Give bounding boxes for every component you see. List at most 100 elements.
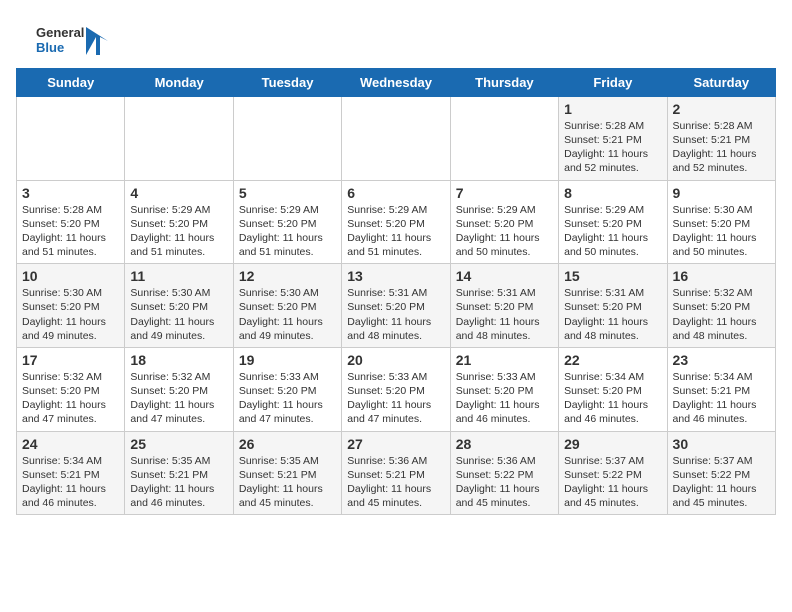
day-info: Sunrise: 5:30 AM Sunset: 5:20 PM Dayligh… [22,286,119,343]
calendar-cell: 9 Sunrise: 5:30 AM Sunset: 5:20 PM Daylig… [667,180,775,264]
day-number: 6 [347,185,444,201]
calendar-cell: 28Sunrise: 5:36 AM Sunset: 5:22 PM Dayli… [450,431,558,515]
day-info: Sunrise: 5:33 AM Sunset: 5:20 PM Dayligh… [456,370,553,427]
day-number: 11 [130,268,227,284]
day-number: 21 [456,352,553,368]
day-info: Sunrise: 5:31 AM Sunset: 5:20 PM Dayligh… [564,286,661,343]
day-info: Sunrise: 5:34 AM Sunset: 5:20 PM Dayligh… [564,370,661,427]
calendar-cell: 1 Sunrise: 5:28 AM Sunset: 5:21 PM Daylig… [559,96,667,180]
day-number: 28 [456,436,553,452]
calendar-cell: 7 Sunrise: 5:29 AM Sunset: 5:20 PM Daylig… [450,180,558,264]
day-info: Sunrise: 5:30 AM Sunset: 5:20 PM Dayligh… [673,203,770,260]
day-number: 30 [673,436,770,452]
day-number: 20 [347,352,444,368]
day-info: Sunrise: 5:37 AM Sunset: 5:22 PM Dayligh… [673,454,770,511]
day-info: Sunrise: 5:35 AM Sunset: 5:21 PM Dayligh… [130,454,227,511]
day-info: Sunrise: 5:32 AM Sunset: 5:20 PM Dayligh… [130,370,227,427]
calendar-cell: 19 Sunrise: 5:33 AM Sunset: 5:20 PM Dayli… [233,347,341,431]
calendar-cell [17,96,125,180]
day-info: Sunrise: 5:37 AM Sunset: 5:22 PM Dayligh… [564,454,661,511]
logo: General Blue [36,26,108,56]
day-number: 29 [564,436,661,452]
calendar-cell: 10 Sunrise: 5:30 AM Sunset: 5:20 PM Dayli… [17,264,125,348]
day-info: Sunrise: 5:28 AM Sunset: 5:21 PM Dayligh… [673,119,770,176]
day-number: 17 [22,352,119,368]
calendar-cell: 24 Sunrise: 5:34 AM Sunset: 5:21 PM Dayli… [17,431,125,515]
day-info: Sunrise: 5:29 AM Sunset: 5:20 PM Dayligh… [564,203,661,260]
calendar-cell [233,96,341,180]
weekday-header-friday: Friday [559,68,667,96]
day-info: Sunrise: 5:33 AM Sunset: 5:20 PM Dayligh… [239,370,336,427]
calendar-cell: 22Sunrise: 5:34 AM Sunset: 5:20 PM Dayli… [559,347,667,431]
day-info: Sunrise: 5:30 AM Sunset: 5:20 PM Dayligh… [130,286,227,343]
day-number: 14 [456,268,553,284]
day-number: 5 [239,185,336,201]
day-number: 23 [673,352,770,368]
day-number: 7 [456,185,553,201]
weekday-header-wednesday: Wednesday [342,68,450,96]
day-info: Sunrise: 5:30 AM Sunset: 5:20 PM Dayligh… [239,286,336,343]
calendar-cell: 5 Sunrise: 5:29 AM Sunset: 5:20 PM Daylig… [233,180,341,264]
day-info: Sunrise: 5:28 AM Sunset: 5:21 PM Dayligh… [564,119,661,176]
calendar-cell: 2 Sunrise: 5:28 AM Sunset: 5:21 PM Daylig… [667,96,775,180]
day-number: 24 [22,436,119,452]
day-number: 12 [239,268,336,284]
calendar-cell: 26 Sunrise: 5:35 AM Sunset: 5:21 PM Dayli… [233,431,341,515]
subtitle [16,60,776,68]
day-info: Sunrise: 5:35 AM Sunset: 5:21 PM Dayligh… [239,454,336,511]
calendar-cell: 20 Sunrise: 5:33 AM Sunset: 5:20 PM Dayli… [342,347,450,431]
day-number: 8 [564,185,661,201]
calendar-cell [125,96,233,180]
day-info: Sunrise: 5:33 AM Sunset: 5:20 PM Dayligh… [347,370,444,427]
day-number: 3 [22,185,119,201]
weekday-header-saturday: Saturday [667,68,775,96]
day-info: Sunrise: 5:36 AM Sunset: 5:21 PM Dayligh… [347,454,444,511]
calendar-cell: 30 Sunrise: 5:37 AM Sunset: 5:22 PM Dayli… [667,431,775,515]
calendar-cell: 29 Sunrise: 5:37 AM Sunset: 5:22 PM Dayli… [559,431,667,515]
calendar-cell: 13 Sunrise: 5:31 AM Sunset: 5:20 PM Dayli… [342,264,450,348]
calendar-cell: 25 Sunrise: 5:35 AM Sunset: 5:21 PM Dayli… [125,431,233,515]
day-number: 13 [347,268,444,284]
day-number: 2 [673,101,770,117]
day-number: 18 [130,352,227,368]
day-info: Sunrise: 5:28 AM Sunset: 5:20 PM Dayligh… [22,203,119,260]
calendar-cell [342,96,450,180]
day-number: 16 [673,268,770,284]
calendar-cell: 21 Sunrise: 5:33 AM Sunset: 5:20 PM Dayli… [450,347,558,431]
weekday-header-thursday: Thursday [450,68,558,96]
day-number: 1 [564,101,661,117]
calendar-cell: 8 Sunrise: 5:29 AM Sunset: 5:20 PM Daylig… [559,180,667,264]
day-info: Sunrise: 5:31 AM Sunset: 5:20 PM Dayligh… [347,286,444,343]
day-info: Sunrise: 5:31 AM Sunset: 5:20 PM Dayligh… [456,286,553,343]
calendar-cell: 6 Sunrise: 5:29 AM Sunset: 5:20 PM Daylig… [342,180,450,264]
day-number: 19 [239,352,336,368]
day-info: Sunrise: 5:32 AM Sunset: 5:20 PM Dayligh… [673,286,770,343]
day-info: Sunrise: 5:32 AM Sunset: 5:20 PM Dayligh… [22,370,119,427]
day-number: 4 [130,185,227,201]
day-number: 10 [22,268,119,284]
calendar-cell [450,96,558,180]
weekday-header-tuesday: Tuesday [233,68,341,96]
calendar-cell: 11 Sunrise: 5:30 AM Sunset: 5:20 PM Dayli… [125,264,233,348]
calendar-cell: 16 Sunrise: 5:32 AM Sunset: 5:20 PM Dayli… [667,264,775,348]
calendar-table: SundayMondayTuesdayWednesdayThursdayFrid… [16,68,776,515]
calendar-cell: 12 Sunrise: 5:30 AM Sunset: 5:20 PM Dayli… [233,264,341,348]
day-info: Sunrise: 5:29 AM Sunset: 5:20 PM Dayligh… [130,203,227,260]
day-number: 15 [564,268,661,284]
calendar-cell: 27 Sunrise: 5:36 AM Sunset: 5:21 PM Dayli… [342,431,450,515]
calendar-cell: 23 Sunrise: 5:34 AM Sunset: 5:21 PM Dayli… [667,347,775,431]
day-number: 9 [673,185,770,201]
calendar-cell: 15 Sunrise: 5:31 AM Sunset: 5:20 PM Dayli… [559,264,667,348]
weekday-header-sunday: Sunday [17,68,125,96]
day-info: Sunrise: 5:29 AM Sunset: 5:20 PM Dayligh… [239,203,336,260]
day-info: Sunrise: 5:34 AM Sunset: 5:21 PM Dayligh… [673,370,770,427]
calendar-cell: 14 Sunrise: 5:31 AM Sunset: 5:20 PM Dayli… [450,264,558,348]
weekday-header-monday: Monday [125,68,233,96]
day-info: Sunrise: 5:29 AM Sunset: 5:20 PM Dayligh… [456,203,553,260]
day-info: Sunrise: 5:34 AM Sunset: 5:21 PM Dayligh… [22,454,119,511]
calendar-cell: 3 Sunrise: 5:28 AM Sunset: 5:20 PM Daylig… [17,180,125,264]
day-number: 25 [130,436,227,452]
day-number: 26 [239,436,336,452]
day-info: Sunrise: 5:29 AM Sunset: 5:20 PM Dayligh… [347,203,444,260]
day-number: 27 [347,436,444,452]
